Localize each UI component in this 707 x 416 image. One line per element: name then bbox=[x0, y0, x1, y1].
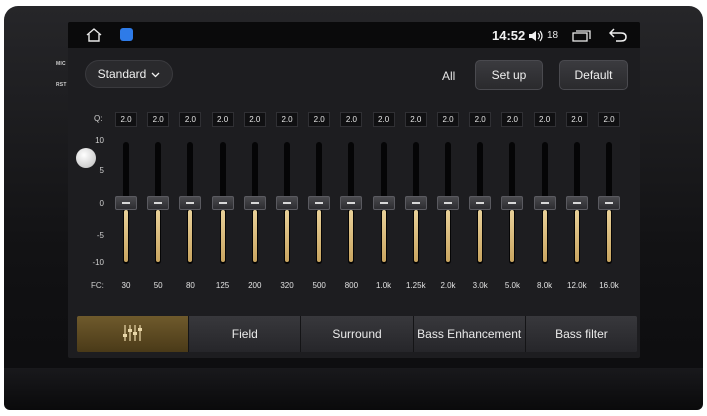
eq-band: 2.0 12.0k bbox=[564, 110, 590, 290]
eq-band: 2.0 30 bbox=[113, 110, 139, 290]
eq-slider-thumb[interactable] bbox=[404, 196, 427, 210]
q-value-field[interactable]: 2.0 bbox=[211, 112, 234, 127]
eq-slider-level bbox=[220, 210, 225, 262]
tab-field[interactable]: Field bbox=[189, 316, 302, 352]
scale-label: 5 bbox=[99, 166, 104, 175]
rst-label[interactable]: RST bbox=[56, 82, 67, 88]
q-value-field[interactable]: 2.0 bbox=[501, 112, 524, 127]
back-icon[interactable] bbox=[608, 28, 627, 47]
eq-slider-thumb[interactable] bbox=[437, 196, 459, 210]
eq-slider-level bbox=[413, 210, 418, 262]
eq-slider-level bbox=[607, 210, 611, 262]
q-value-field[interactable]: 2.0 bbox=[243, 112, 266, 127]
setup-button[interactable]: Set up bbox=[475, 60, 543, 90]
volume-level: 18 bbox=[547, 30, 559, 41]
screen: 14:52 18 Standard All Set up Default Q: … bbox=[68, 22, 640, 358]
mic-label: MIC bbox=[56, 61, 66, 67]
eq-slider-thumb[interactable] bbox=[147, 196, 170, 210]
app-notification-icon[interactable] bbox=[120, 28, 133, 41]
eq-slider-level bbox=[188, 210, 193, 262]
eq-band: 2.0 200 bbox=[242, 110, 268, 290]
eq-slider-thumb[interactable] bbox=[340, 196, 363, 210]
eq-slider-thumb[interactable] bbox=[469, 196, 492, 210]
eq-band: 2.0 8.0k bbox=[532, 110, 558, 290]
tab-surround[interactable]: Surround bbox=[301, 316, 414, 352]
eq-band: 2.0 16.0k bbox=[596, 110, 622, 290]
tab-bass-enhancement[interactable]: Bass Enhancement bbox=[413, 316, 526, 352]
eq-band: 2.0 80 bbox=[177, 110, 203, 290]
chevron-down-icon bbox=[151, 67, 160, 81]
q-value-field[interactable]: 2.0 bbox=[533, 112, 556, 127]
recent-apps-icon[interactable] bbox=[572, 29, 592, 47]
equalizer-icon bbox=[122, 324, 144, 345]
scale-label: -10 bbox=[92, 258, 104, 267]
scale-label: -5 bbox=[96, 231, 104, 240]
q-value-field[interactable]: 2.0 bbox=[372, 112, 395, 127]
eq-slider-thumb[interactable] bbox=[115, 196, 137, 210]
eq-band: 2.0 1.0k bbox=[371, 110, 397, 290]
eq-slider-level bbox=[542, 210, 547, 262]
q-value-field[interactable]: 2.0 bbox=[276, 112, 298, 127]
eq-band: 2.0 500 bbox=[306, 110, 332, 290]
fc-label: FC: bbox=[91, 281, 104, 290]
eq-slider-thumb[interactable] bbox=[501, 196, 524, 210]
eq-slider-level bbox=[510, 210, 515, 262]
eq-band: 2.0 3.0k bbox=[467, 110, 493, 290]
eq-slider-level bbox=[478, 210, 483, 262]
eq-band: 2.0 125 bbox=[210, 110, 236, 290]
eq-slider-level bbox=[381, 210, 386, 262]
eq-slider-level bbox=[349, 210, 354, 262]
eq-slider-thumb[interactable] bbox=[533, 196, 556, 210]
eq-band: 2.0 50 bbox=[145, 110, 171, 290]
tab-equalizer[interactable] bbox=[77, 316, 190, 352]
q-value-field[interactable]: 2.0 bbox=[147, 112, 170, 127]
scale-label: 0 bbox=[99, 199, 104, 208]
eq-slider-thumb[interactable] bbox=[598, 196, 620, 210]
floating-assistive-button[interactable] bbox=[76, 148, 96, 168]
q-value-field[interactable]: 2.0 bbox=[115, 112, 137, 127]
eq-slider-level bbox=[446, 210, 450, 262]
default-button[interactable]: Default bbox=[559, 60, 628, 90]
eq-band: 2.0 320 bbox=[274, 110, 300, 290]
eq-slider-level bbox=[252, 210, 257, 262]
volume-icon[interactable] bbox=[528, 29, 544, 47]
q-value-field[interactable]: 2.0 bbox=[308, 112, 331, 127]
q-value-field[interactable]: 2.0 bbox=[404, 112, 427, 127]
eq-slider-level bbox=[574, 210, 579, 262]
eq-slider-thumb[interactable] bbox=[211, 196, 234, 210]
eq-slider-thumb[interactable] bbox=[308, 196, 331, 210]
q-value-field[interactable]: 2.0 bbox=[437, 112, 459, 127]
device-bezel-lower bbox=[4, 368, 703, 410]
eq-slider-level bbox=[156, 210, 161, 262]
eq-band: 2.0 800 bbox=[338, 110, 364, 290]
eq-slider-thumb[interactable] bbox=[179, 196, 202, 210]
preset-dropdown[interactable]: Standard bbox=[85, 60, 173, 88]
eq-band: 2.0 2.0k bbox=[435, 110, 461, 290]
q-value-field[interactable]: 2.0 bbox=[598, 112, 620, 127]
q-value-field[interactable]: 2.0 bbox=[179, 112, 202, 127]
q-value-field[interactable]: 2.0 bbox=[565, 112, 588, 127]
q-value-field[interactable]: 2.0 bbox=[340, 112, 363, 127]
eq-slider-level bbox=[317, 210, 322, 262]
eq-slider-level bbox=[124, 210, 128, 262]
q-value-field[interactable]: 2.0 bbox=[469, 112, 492, 127]
q-label: Q: bbox=[94, 114, 103, 123]
eq-slider-thumb[interactable] bbox=[243, 196, 266, 210]
scale-label: 10 bbox=[95, 136, 104, 145]
status-bar: 14:52 18 bbox=[68, 22, 640, 48]
clock: 14:52 bbox=[492, 28, 526, 43]
eq-tabbar: Field Surround Bass Enhancement Bass fil… bbox=[77, 316, 637, 352]
home-icon[interactable] bbox=[86, 28, 102, 47]
eq-band: 2.0 1.25k bbox=[403, 110, 429, 290]
eq-slider-thumb[interactable] bbox=[565, 196, 588, 210]
eq-band: 2.0 5.0k bbox=[499, 110, 525, 290]
frequency-label: 16.0k bbox=[599, 281, 619, 290]
all-toggle[interactable]: All bbox=[442, 69, 455, 83]
eq-slider-thumb[interactable] bbox=[276, 196, 298, 210]
tab-bass-filter[interactable]: Bass filter bbox=[525, 316, 637, 352]
eq-slider-level bbox=[285, 210, 289, 262]
eq-slider-thumb[interactable] bbox=[372, 196, 395, 210]
preset-label: Standard bbox=[97, 67, 147, 81]
